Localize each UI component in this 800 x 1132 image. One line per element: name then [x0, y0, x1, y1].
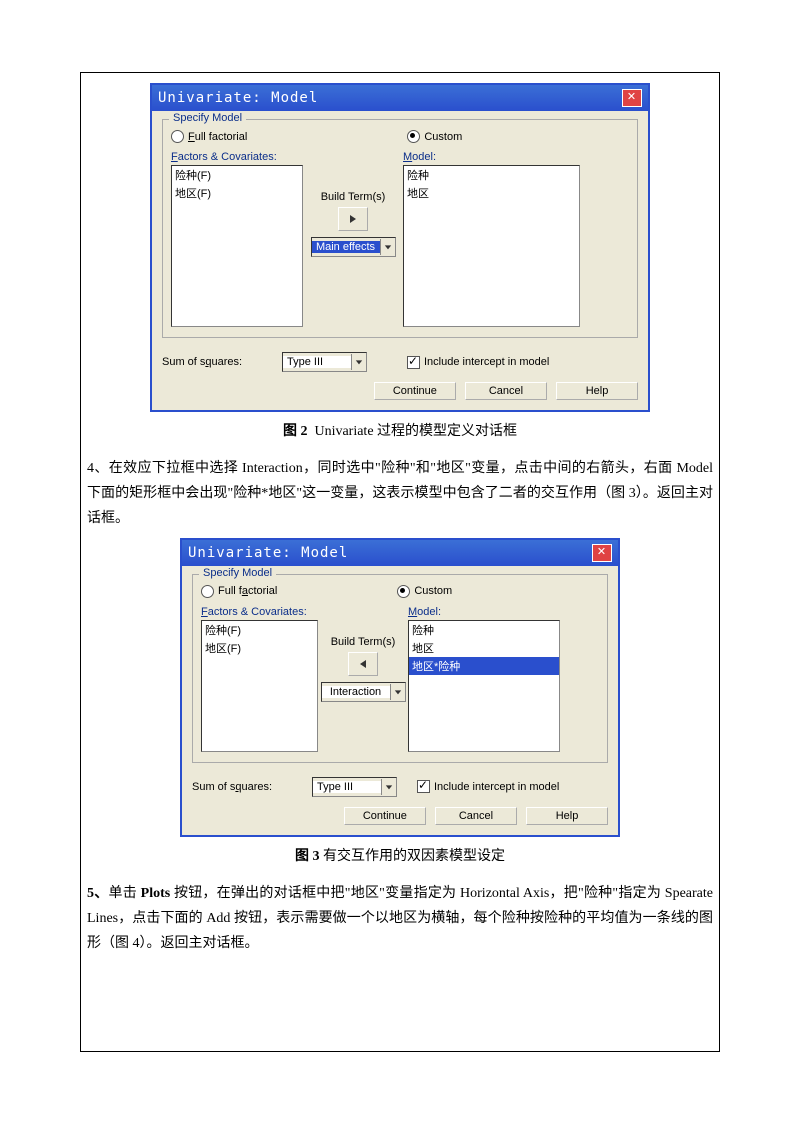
list-item[interactable]: 险种(F) — [172, 166, 302, 184]
chevron-down-icon — [351, 354, 366, 370]
build-terms-combo[interactable]: Interaction — [321, 682, 406, 702]
chevron-down-icon — [381, 779, 396, 795]
list-item[interactable]: 地区(F) — [202, 639, 317, 657]
radio-full-factorial[interactable]: Full factorial Full factorial — [201, 585, 277, 598]
titlebar: Univariate: Model ✕ — [152, 85, 648, 111]
build-terms-combo[interactable]: Main effects — [311, 237, 396, 257]
group-label: Specify Model — [199, 567, 276, 579]
help-button[interactable]: Help — [526, 807, 608, 825]
continue-button[interactable]: Continue — [344, 807, 426, 825]
group-label: Specify Model — [169, 112, 246, 124]
radio-icon — [171, 130, 184, 143]
radio-custom[interactable]: Custom — [397, 585, 452, 598]
build-terms-label: Build Term(s) — [318, 636, 408, 648]
paragraph-4: 4、在效应下拉框中选择 Interaction，同时选中"险种"和"地区"变量，… — [87, 456, 713, 532]
sum-squares-label: Sum of squares: — [192, 781, 312, 793]
model-label: Model: — [408, 606, 560, 618]
list-item[interactable]: 险种(F) — [202, 621, 317, 639]
figure-2-caption: 图 2 Univariate 过程的模型定义对话框 — [87, 420, 713, 440]
include-intercept-checkbox[interactable]: Include intercept in model — [417, 780, 559, 793]
checkbox-icon — [407, 356, 420, 369]
chevron-down-icon — [380, 239, 395, 255]
sum-squares-combo[interactable]: Type III — [312, 777, 397, 797]
cancel-button[interactable]: Cancel — [435, 807, 517, 825]
model-listbox[interactable]: 险种 地区 地区*险种 — [408, 620, 560, 752]
chevron-down-icon — [390, 684, 405, 700]
specify-model-group: Specify Model Full factorial Full factor… — [192, 574, 608, 763]
sum-squares-label: Sum of squares: — [162, 356, 282, 368]
titlebar: Univariate: Model ✕ — [182, 540, 618, 566]
factors-listbox[interactable]: 险种(F) 地区(F) — [171, 165, 303, 327]
build-terms-label: Build Term(s) — [303, 191, 403, 203]
help-button[interactable]: Help — [556, 382, 638, 400]
factors-listbox[interactable]: 险种(F) 地区(F) — [201, 620, 318, 752]
radio-custom[interactable]: Custom — [407, 130, 462, 143]
list-item[interactable]: 险种 — [409, 621, 559, 639]
dialog-title: Univariate: Model — [188, 545, 348, 561]
checkbox-icon — [417, 780, 430, 793]
specify-model-group: Specify Model Full Full factorialfactori… — [162, 119, 638, 338]
model-listbox[interactable]: 险种 地区 — [403, 165, 580, 327]
arrow-left-button[interactable] — [348, 652, 378, 676]
dialog-univariate-model-2: Univariate: Model ✕ Specify Model Full f… — [180, 538, 620, 837]
radio-icon — [397, 585, 410, 598]
cancel-button[interactable]: Cancel — [465, 382, 547, 400]
radio-icon — [407, 130, 420, 143]
factors-label: Factors & Covariates: — [201, 606, 318, 618]
include-intercept-checkbox[interactable]: Include intercept in model — [407, 356, 549, 369]
list-item[interactable]: 地区*险种 — [409, 657, 559, 675]
radio-full-factorial[interactable]: Full Full factorialfactorial — [171, 130, 247, 143]
list-item[interactable]: 地区(F) — [172, 184, 302, 202]
dialog-univariate-model-1: Univariate: Model ✕ Specify Model Full F… — [150, 83, 650, 412]
figure-3-caption: 图 3 有交互作用的双因素模型设定 — [87, 845, 713, 865]
paragraph-5: 5、单击 Plots 按钮，在弹出的对话框中把"地区"变量指定为 Horizon… — [87, 881, 713, 957]
continue-button[interactable]: Continue — [374, 382, 456, 400]
radio-icon — [201, 585, 214, 598]
close-icon[interactable]: ✕ — [622, 89, 642, 107]
factors-label: Factors & Covariates: — [171, 151, 303, 163]
model-label: Model: — [403, 151, 580, 163]
sum-squares-combo[interactable]: Type III — [282, 352, 367, 372]
list-item[interactable]: 险种 — [404, 166, 579, 184]
dialog-title: Univariate: Model — [158, 90, 318, 106]
chevron-left-icon — [358, 659, 368, 669]
arrow-right-button[interactable] — [338, 207, 368, 231]
list-item[interactable]: 地区 — [409, 639, 559, 657]
list-item[interactable]: 地区 — [404, 184, 579, 202]
close-icon[interactable]: ✕ — [592, 544, 612, 562]
chevron-right-icon — [348, 214, 358, 224]
